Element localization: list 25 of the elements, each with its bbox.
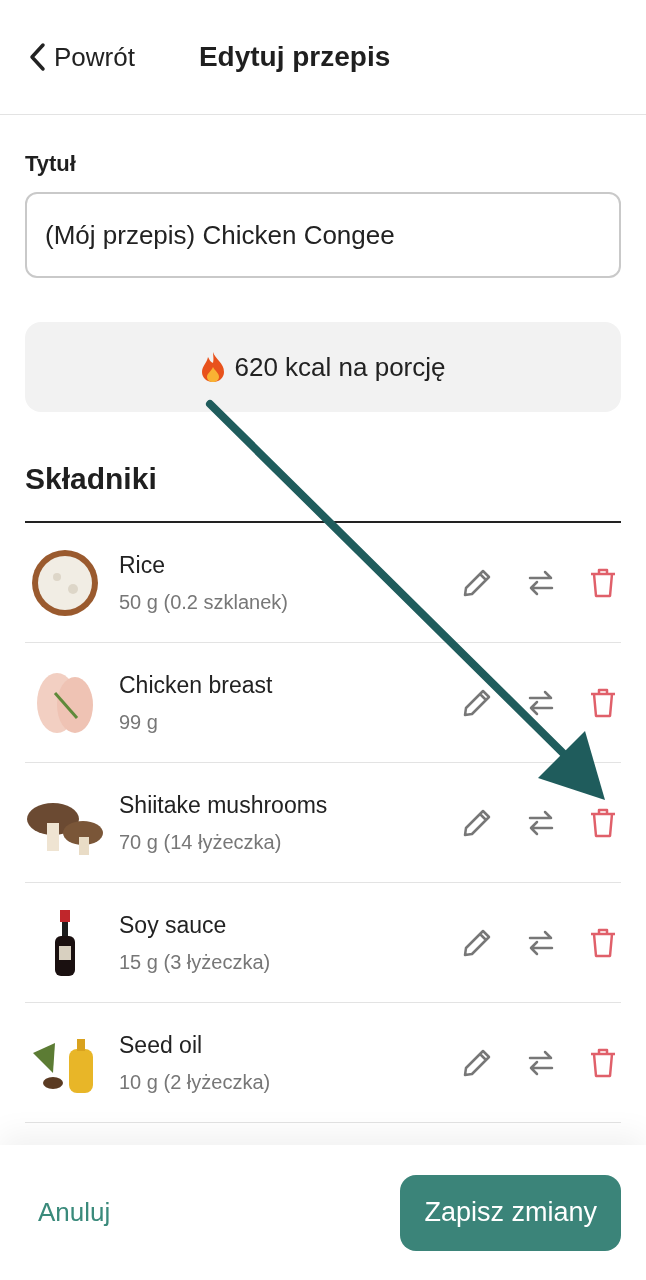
ingredient-name: Shiitake mushrooms	[119, 791, 329, 821]
ingredient-name: Chicken breast	[119, 671, 274, 701]
ingredient-name: Soy sauce	[119, 911, 228, 941]
chevron-left-icon	[28, 42, 46, 72]
calories-text: 620 kcal na porcję	[234, 350, 446, 384]
cancel-link[interactable]: Anuluj	[38, 1193, 111, 1232]
ingredient-amount: 99 g	[119, 709, 159, 735]
ingredient-amount: 10 g (2 łyżeczka)	[119, 1069, 272, 1095]
trash-icon	[589, 806, 617, 839]
ingredient-amount: 15 g (3 łyżeczka)	[119, 949, 272, 975]
title-field[interactable]: (Mój przepis) Chicken Congee	[25, 192, 621, 278]
back-button[interactable]: Powrót	[28, 37, 135, 77]
trash-icon	[589, 566, 617, 599]
ingredient-amount: 50 g (0.2 szklanek)	[119, 589, 289, 615]
page-title: Edytuj przepis	[198, 40, 391, 74]
ingredient-name: Rice	[119, 551, 166, 581]
save-button[interactable]: Zapisz zmiany	[400, 1174, 621, 1251]
ingredient-name: Seed oil	[119, 1031, 204, 1061]
flame-icon	[200, 351, 227, 383]
trash-icon	[589, 686, 617, 719]
field-label: Tytuł	[25, 150, 77, 178]
section-heading: Składniki	[25, 456, 621, 523]
ingredient-amount: 70 g (14 łyżeczka)	[119, 829, 283, 855]
trash-icon	[589, 1046, 617, 1079]
trash-icon	[589, 926, 617, 959]
